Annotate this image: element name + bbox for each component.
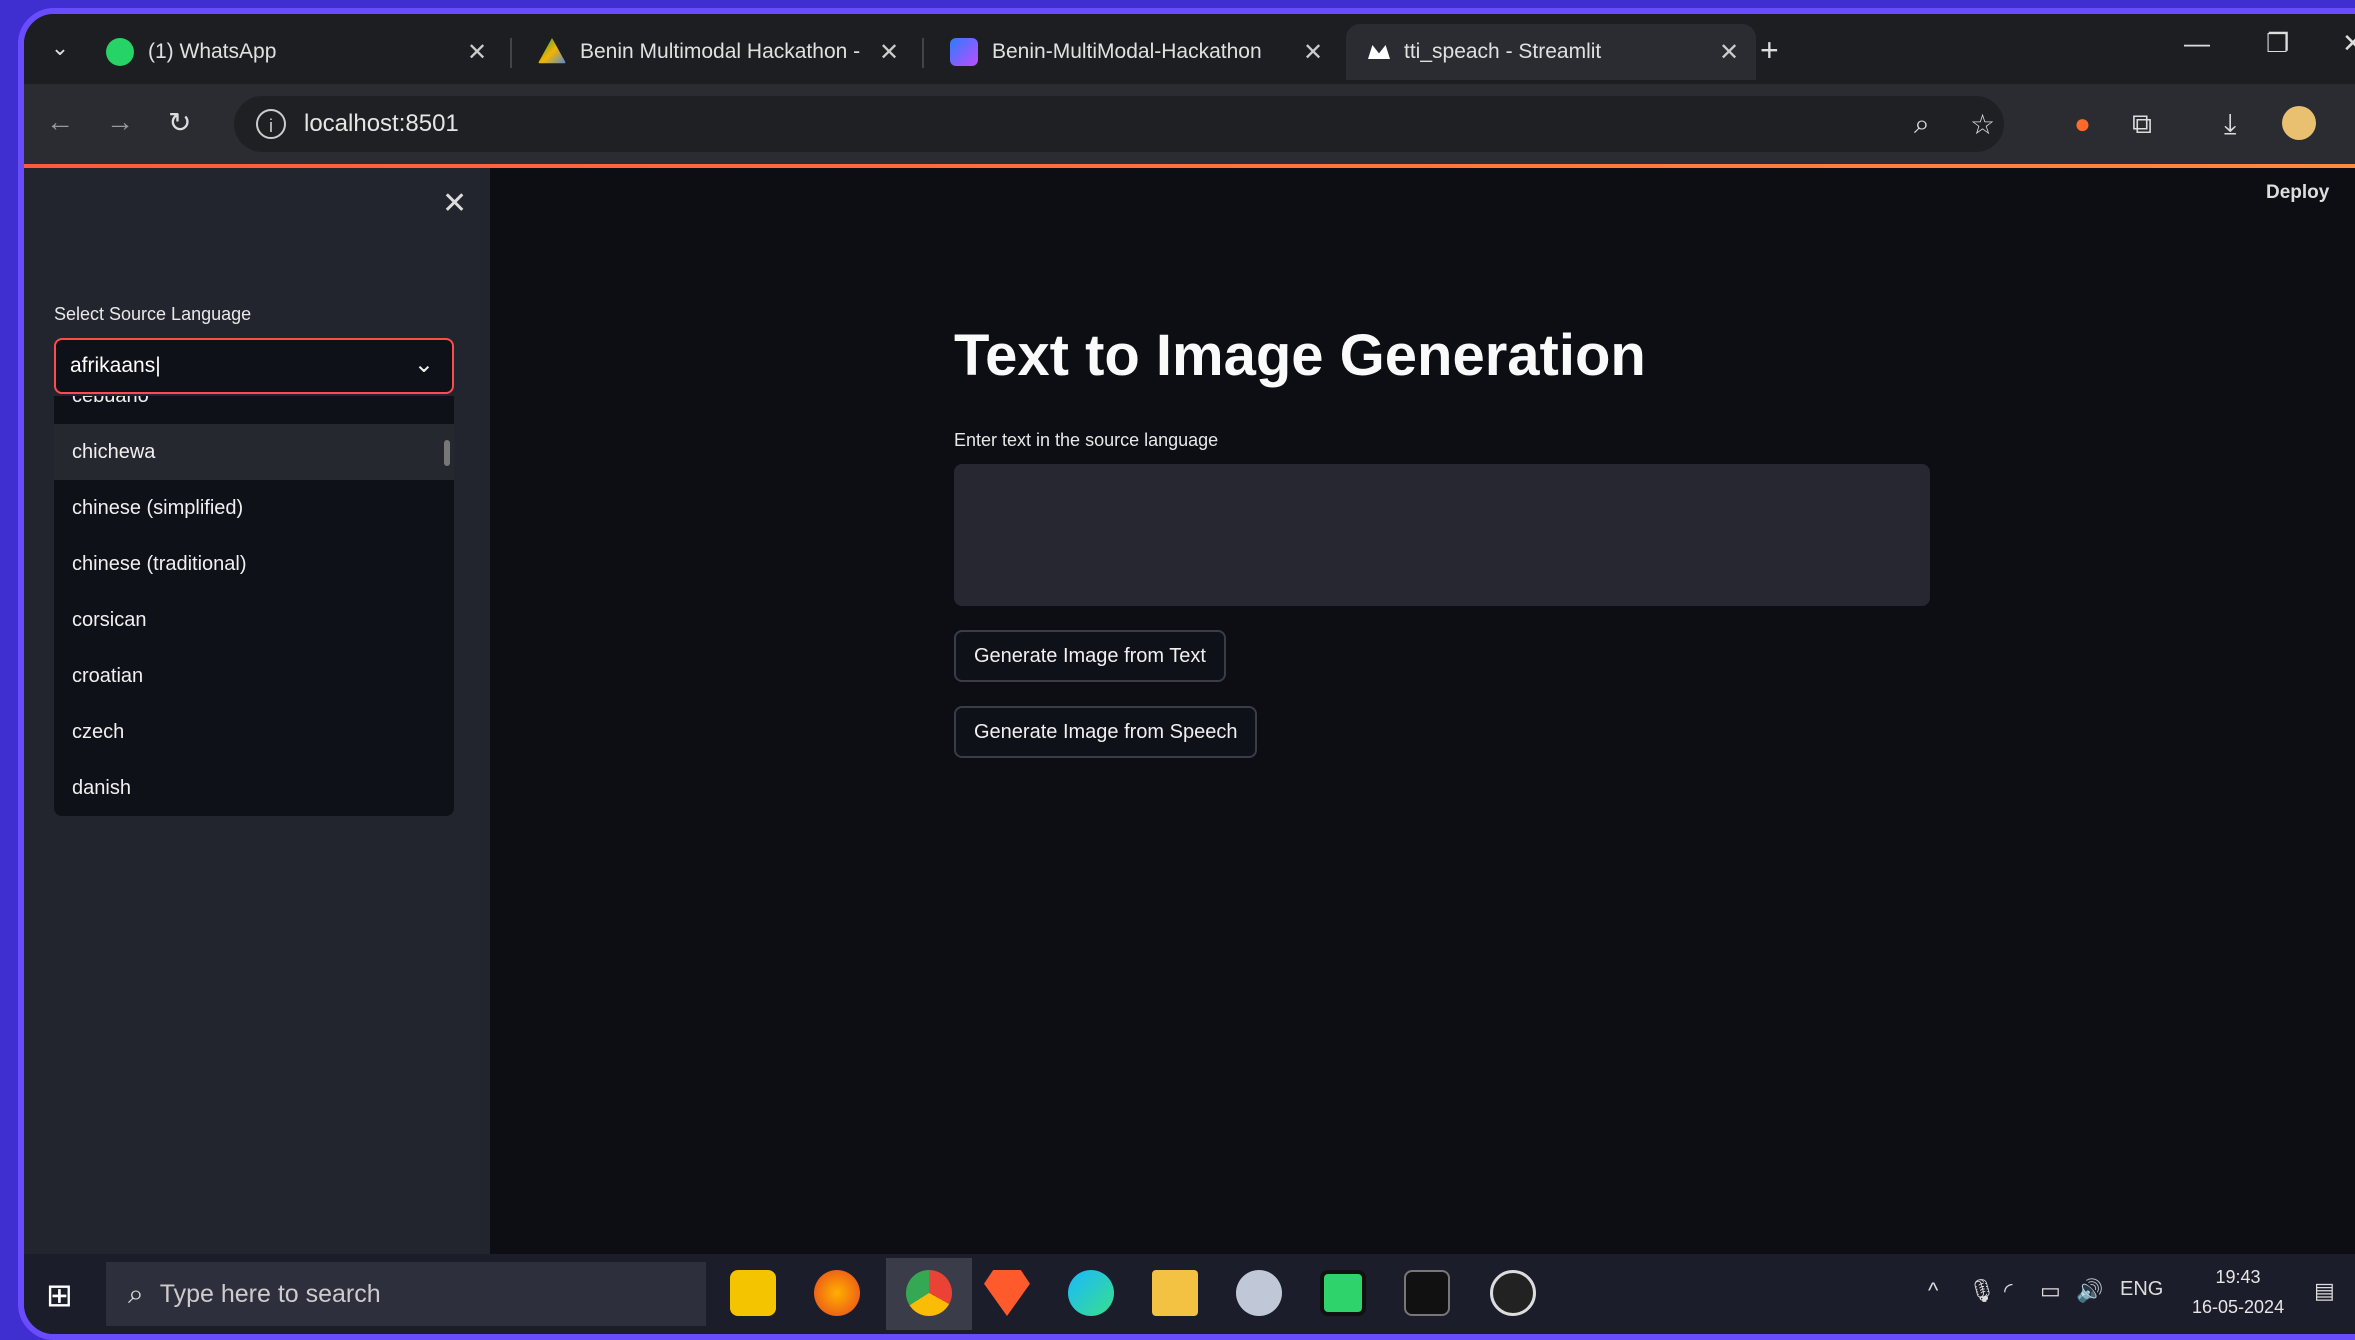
profile-avatar[interactable] bbox=[2282, 106, 2316, 140]
language-indicator[interactable]: ENG bbox=[2120, 1278, 2163, 1301]
edge-icon[interactable] bbox=[1068, 1270, 1114, 1316]
select-value: afrikaans bbox=[70, 354, 156, 377]
forward-arrow-icon[interactable]: → bbox=[106, 106, 134, 138]
tab-search-chevron-icon[interactable]: ⌄ bbox=[42, 30, 78, 66]
tray-chevron-up-icon[interactable]: ^ bbox=[1928, 1278, 1938, 1304]
colab-icon bbox=[950, 38, 978, 66]
pycharm-icon[interactable] bbox=[1320, 1270, 1366, 1316]
chrome-icon[interactable] bbox=[906, 1270, 952, 1316]
sticky-notes-icon[interactable] bbox=[730, 1270, 776, 1316]
close-window-icon[interactable]: ✕ bbox=[2342, 28, 2355, 59]
notifications-icon[interactable]: ▤ bbox=[2314, 1278, 2335, 1304]
download-icon[interactable]: ⤓ bbox=[2224, 108, 2236, 141]
network-icon[interactable]: ◜ bbox=[2004, 1278, 2013, 1304]
volume-icon[interactable]: 🔊 bbox=[2076, 1278, 2103, 1304]
browser-menu-icon[interactable]: ⋮ bbox=[2346, 108, 2355, 141]
extensions-puzzle-icon[interactable]: ⧉ bbox=[2132, 108, 2152, 141]
tab-title: Benin Multimodal Hackathon - bbox=[580, 40, 861, 63]
dropdown-option[interactable]: cebuano bbox=[54, 396, 454, 424]
new-tab-plus-icon[interactable]: + bbox=[1760, 32, 1779, 69]
app-cloud-icon[interactable] bbox=[1236, 1270, 1282, 1316]
tab-benin-drive[interactable]: Benin Multimodal Hackathon - ✕ bbox=[516, 24, 916, 80]
sidebar: ✕ Select Source Language afrikaans | ⌄ ce… bbox=[24, 168, 490, 1254]
taskbar-clock[interactable]: 19:43 16-05-2024 bbox=[2192, 1262, 2284, 1322]
browser-tab-strip: ⌄ (1) WhatsApp ✕ Benin Multimodal Hackat… bbox=[24, 14, 2355, 84]
extension-flame-icon[interactable]: ● bbox=[2074, 108, 2091, 140]
brave-icon[interactable] bbox=[984, 1270, 1030, 1316]
tab-title: (1) WhatsApp bbox=[148, 40, 277, 63]
recording-app-icon[interactable] bbox=[1490, 1270, 1536, 1316]
google-drive-icon bbox=[538, 38, 566, 64]
minimize-icon[interactable]: — bbox=[2184, 28, 2210, 59]
dropdown-option[interactable]: chinese (simplified) bbox=[54, 480, 454, 536]
tab-title: tti_speach - Streamlit bbox=[1404, 40, 1602, 63]
dropdown-option[interactable]: danish bbox=[54, 760, 454, 816]
page-title: Text to Image Generation bbox=[954, 323, 1646, 388]
restore-icon[interactable]: ❐ bbox=[2266, 28, 2289, 59]
terminal-icon[interactable] bbox=[1404, 1270, 1450, 1316]
tab-title: Benin-MultiModal-Hackathon bbox=[992, 40, 1262, 63]
firefox-icon[interactable] bbox=[814, 1270, 860, 1316]
search-icon: ⌕ bbox=[128, 1277, 144, 1309]
battery-icon[interactable]: ▭ bbox=[2040, 1278, 2061, 1304]
windows-taskbar: ⊞ ⌕ Type here to search ^ 🎙 ◜ ▭ 🔊 ENG 19… bbox=[24, 1254, 2355, 1334]
bookmark-star-icon[interactable]: ☆ bbox=[1970, 108, 1995, 141]
reload-icon[interactable]: ↻ bbox=[168, 106, 191, 139]
windows-start-icon[interactable]: ⊞ bbox=[46, 1276, 73, 1314]
main-content: Deploy Text to Image Generation Enter te… bbox=[490, 168, 2355, 1254]
chevron-down-icon[interactable]: ⌄ bbox=[414, 350, 434, 379]
close-tab-icon[interactable]: ✕ bbox=[874, 38, 904, 67]
clock-time: 19:43 bbox=[2215, 1267, 2261, 1287]
streamlit-icon bbox=[1368, 45, 1390, 59]
dropdown-scrollbar[interactable] bbox=[444, 440, 450, 466]
dropdown-option[interactable]: czech bbox=[54, 704, 454, 760]
text-input-label: Enter text in the source language bbox=[954, 430, 1219, 450]
taskbar-search[interactable]: ⌕ Type here to search bbox=[106, 1262, 706, 1326]
whatsapp-icon bbox=[106, 38, 134, 66]
tab-separator bbox=[922, 38, 924, 68]
close-tab-icon[interactable]: ✕ bbox=[1298, 38, 1328, 67]
address-bar[interactable]: i localhost:8501 bbox=[234, 96, 2004, 152]
dropdown-option[interactable]: croatian bbox=[54, 648, 454, 704]
close-tab-icon[interactable]: ✕ bbox=[1714, 38, 1744, 67]
dropdown-option[interactable]: chinese (traditional) bbox=[54, 536, 454, 592]
microphone-icon[interactable]: 🎙 bbox=[1968, 1278, 1996, 1304]
back-arrow-icon[interactable]: ← bbox=[46, 106, 74, 138]
streamlit-app: ✕ Select Source Language afrikaans | ⌄ ce… bbox=[24, 168, 2355, 1254]
tab-whatsapp[interactable]: (1) WhatsApp ✕ bbox=[84, 24, 504, 80]
dropdown-option[interactable]: corsican bbox=[54, 592, 454, 648]
close-sidebar-icon[interactable]: ✕ bbox=[442, 186, 467, 221]
language-dropdown-list[interactable]: cebuano chichewa chinese (simplified) ch… bbox=[54, 396, 454, 816]
url-text: localhost:8501 bbox=[304, 110, 459, 137]
screen-frame: ⌄ (1) WhatsApp ✕ Benin Multimodal Hackat… bbox=[18, 8, 2355, 1340]
browser-toolbar: ← → ↻ i localhost:8501 ⌕ ☆ ● ⧉ ⤓ ⋮ bbox=[24, 84, 2355, 164]
close-tab-icon[interactable]: ✕ bbox=[462, 38, 492, 67]
clock-date: 16-05-2024 bbox=[2192, 1297, 2285, 1317]
tab-separator bbox=[510, 38, 512, 68]
generate-from-speech-button[interactable]: Generate Image from Speech bbox=[954, 706, 1258, 758]
tab-benin-colab[interactable]: Benin-MultiModal-Hackathon ✕ bbox=[928, 24, 1340, 80]
dropdown-option[interactable]: chichewa bbox=[54, 424, 454, 480]
select-label: Select Source Language bbox=[54, 304, 252, 324]
source-text-input[interactable] bbox=[954, 464, 1930, 606]
deploy-button[interactable]: Deploy bbox=[2266, 182, 2329, 204]
zoom-magnifier-icon[interactable]: ⌕ bbox=[1914, 108, 1930, 141]
tab-streamlit[interactable]: tti_speach - Streamlit ✕ bbox=[1346, 24, 1756, 80]
generate-from-text-button[interactable]: Generate Image from Text bbox=[954, 630, 1226, 682]
file-explorer-icon[interactable] bbox=[1152, 1270, 1198, 1316]
source-language-select[interactable]: afrikaans | ⌄ bbox=[54, 338, 454, 394]
search-placeholder: Type here to search bbox=[159, 1279, 381, 1308]
site-info-icon[interactable]: i bbox=[256, 109, 286, 139]
